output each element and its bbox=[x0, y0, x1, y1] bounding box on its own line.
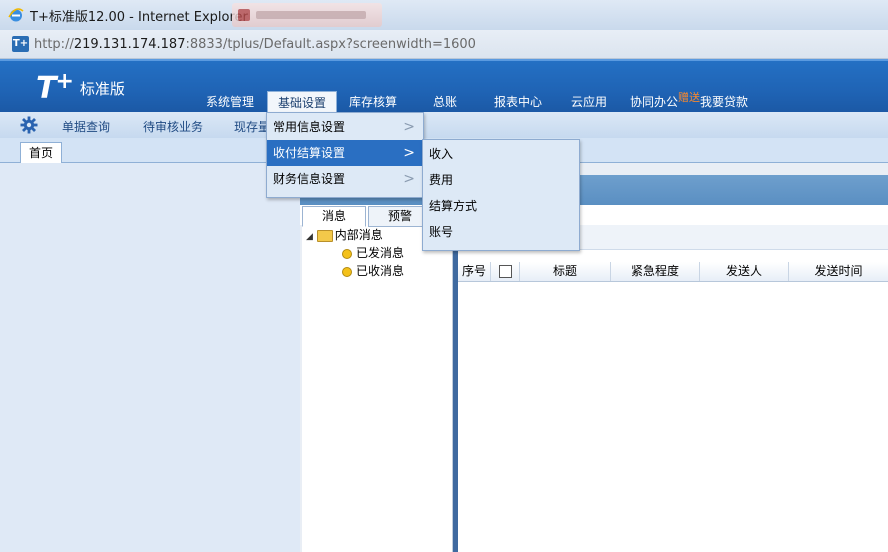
tree-sent-label: 已发消息 bbox=[356, 246, 405, 260]
internet-explorer-icon bbox=[8, 8, 24, 22]
url-path: :8833/tplus/Default.aspx?screenwidth=160… bbox=[185, 37, 476, 52]
nav-report-center[interactable]: 报表中心 bbox=[485, 91, 551, 113]
site-favicon-icon: T+ bbox=[12, 36, 29, 52]
grid-header: 序号 标题 紧急程度 发送人 发送时间 bbox=[458, 262, 888, 282]
pending-review-link[interactable]: 待审核业务 bbox=[143, 118, 203, 135]
menu-item-label: 收付结算设置 bbox=[273, 146, 346, 160]
logo-plus: + bbox=[55, 69, 74, 94]
background-browser-tab[interactable] bbox=[232, 3, 382, 27]
tree-received-label: 已收消息 bbox=[356, 264, 405, 278]
col-urgency[interactable]: 紧急程度 bbox=[611, 262, 700, 281]
menu-common-info-settings[interactable]: 常用信息设置 > bbox=[267, 114, 423, 140]
message-tree-panel: 消息 预警 ◢ 内部消息 已发消息 已收消息 bbox=[302, 206, 453, 552]
menu-settlement-settings[interactable]: 收付结算设置 > bbox=[267, 140, 423, 166]
tree-root-label: 内部消息 bbox=[334, 228, 383, 242]
menu-expense[interactable]: 费用 bbox=[423, 167, 579, 193]
col-sender[interactable]: 发送人 bbox=[700, 262, 789, 281]
left-panel bbox=[0, 163, 300, 552]
tab-home[interactable]: 首页 bbox=[20, 142, 62, 164]
promo-badge: 赠送 bbox=[678, 91, 701, 104]
nav-cloud-apps[interactable]: 云应用 bbox=[562, 91, 616, 113]
app-logo: T+ 标准版 bbox=[36, 69, 125, 106]
folder-icon bbox=[316, 229, 333, 242]
col-select-all[interactable] bbox=[491, 262, 520, 281]
nav-collaboration-label: 协同办公 bbox=[630, 95, 679, 109]
logo-t: T bbox=[36, 71, 56, 106]
bullet-icon bbox=[342, 266, 352, 277]
gear-icon[interactable] bbox=[20, 116, 38, 134]
document-query-link[interactable]: 单据查询 bbox=[62, 118, 110, 135]
nav-loan-label[interactable]: 我要贷款 bbox=[700, 95, 748, 109]
select-all-checkbox[interactable] bbox=[498, 265, 512, 278]
app-header: T+ 标准版 系统管理 基础设置 库存核算 总账 报表中心 云应用 协同办公赠送我… bbox=[0, 59, 888, 114]
nav-collaboration[interactable]: 协同办公赠送我要贷款 bbox=[630, 91, 770, 113]
current-stock-link[interactable]: 现存量 bbox=[234, 118, 270, 135]
nav-general-ledger[interactable]: 总账 bbox=[418, 91, 472, 113]
col-title[interactable]: 标题 bbox=[520, 262, 611, 281]
menu-account[interactable]: 账号 bbox=[423, 219, 579, 245]
quick-toolbar: 单据查询 待审核业务 现存量 bbox=[0, 112, 888, 139]
window-title: T+标准版12.00 - Internet Explorer bbox=[30, 10, 248, 25]
tree-node-received[interactable]: 已收消息 bbox=[342, 262, 404, 280]
menu-item-label: 财务信息设置 bbox=[273, 172, 346, 186]
bullet-icon bbox=[342, 248, 352, 259]
tab-title-blurred bbox=[256, 11, 366, 19]
nav-system-management[interactable]: 系统管理 bbox=[197, 91, 263, 113]
basic-settings-menu: 常用信息设置 > 收付结算设置 > 财务信息设置 > bbox=[266, 112, 424, 198]
tab-favicon-icon bbox=[238, 9, 250, 21]
menu-financial-info-settings[interactable]: 财务信息设置 > bbox=[267, 166, 423, 192]
url-host: 219.131.174.187 bbox=[73, 37, 186, 52]
tree-node-internal-messages[interactable]: ◢ 内部消息 bbox=[306, 226, 383, 244]
chevron-right-icon: > bbox=[403, 119, 415, 135]
chevron-right-icon: > bbox=[403, 171, 415, 187]
tree-node-sent[interactable]: 已发消息 bbox=[342, 244, 404, 262]
menu-item-label: 常用信息设置 bbox=[273, 120, 346, 134]
nav-inventory-accounting[interactable]: 库存核算 bbox=[340, 91, 406, 113]
settlement-submenu: 收入 费用 结算方式 账号 bbox=[422, 139, 580, 251]
col-index: 序号 bbox=[458, 262, 491, 281]
col-send-time[interactable]: 发送时间 bbox=[789, 262, 888, 281]
window-title-bar: T+标准版12.00 - Internet Explorer bbox=[0, 0, 888, 30]
tab-messages[interactable]: 消息 bbox=[302, 206, 366, 227]
logo-edition: 标准版 bbox=[79, 80, 125, 98]
nav-basic-settings[interactable]: 基础设置 bbox=[267, 91, 337, 114]
url-prefix: http:// bbox=[34, 37, 74, 52]
address-bar[interactable]: T+ http://219.131.174.187:8833/tplus/Def… bbox=[0, 30, 888, 59]
chevron-right-icon: > bbox=[403, 145, 415, 161]
menu-income[interactable]: 收入 bbox=[423, 141, 579, 167]
menu-settlement-method[interactable]: 结算方式 bbox=[423, 193, 579, 219]
address-url[interactable]: http://219.131.174.187:8833/tplus/Defaul… bbox=[34, 37, 476, 52]
collapse-triangle-icon[interactable]: ◢ bbox=[306, 232, 313, 242]
